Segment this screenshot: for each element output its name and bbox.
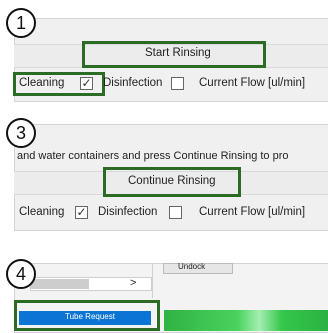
tube-request-button[interactable]: Tube Request (19, 311, 151, 325)
disinfection-label: Disinfection (103, 77, 163, 89)
current-flow-label: Current Flow [ul/min] (199, 77, 306, 89)
cleaning-checkbox[interactable]: ✓ (80, 77, 93, 90)
current-flow-label: Current Flow [ul/min] (199, 206, 306, 218)
undock-button[interactable]: Undock (163, 262, 233, 274)
panel-step-1: 1 Start Rinsing Cleaning ✓ Disinfection … (0, 0, 328, 105)
step-number-4: 4 (6, 259, 36, 289)
progress-bar (164, 310, 328, 331)
disinfection-checkbox[interactable] (171, 77, 184, 90)
scroll-right-arrow[interactable]: > (130, 277, 136, 289)
step-number-3: 3 (6, 118, 36, 148)
disinfection-checkbox[interactable] (169, 206, 182, 219)
panel-step-4: 4 > Undock Tube Request (0, 255, 328, 333)
disinfection-label: Disinfection (98, 206, 158, 218)
panel-4-divider (152, 263, 153, 298)
panel-step-3: 3 and water containers and press Continu… (0, 112, 328, 231)
instruction-text: and water containers and press Continue … (17, 150, 289, 162)
scroll-thumb[interactable] (31, 279, 89, 289)
start-rinsing-button[interactable]: Start Rinsing (145, 47, 211, 59)
undock-label: Undock (178, 262, 206, 271)
continue-rinsing-button[interactable]: Continue Rinsing (128, 175, 216, 187)
step-number-1: 1 (6, 8, 36, 38)
cleaning-checkbox[interactable]: ✓ (75, 206, 88, 219)
cleaning-label: Cleaning (19, 206, 65, 218)
tube-request-label: Tube Request (65, 312, 115, 321)
cleaning-label: Cleaning (19, 77, 65, 89)
